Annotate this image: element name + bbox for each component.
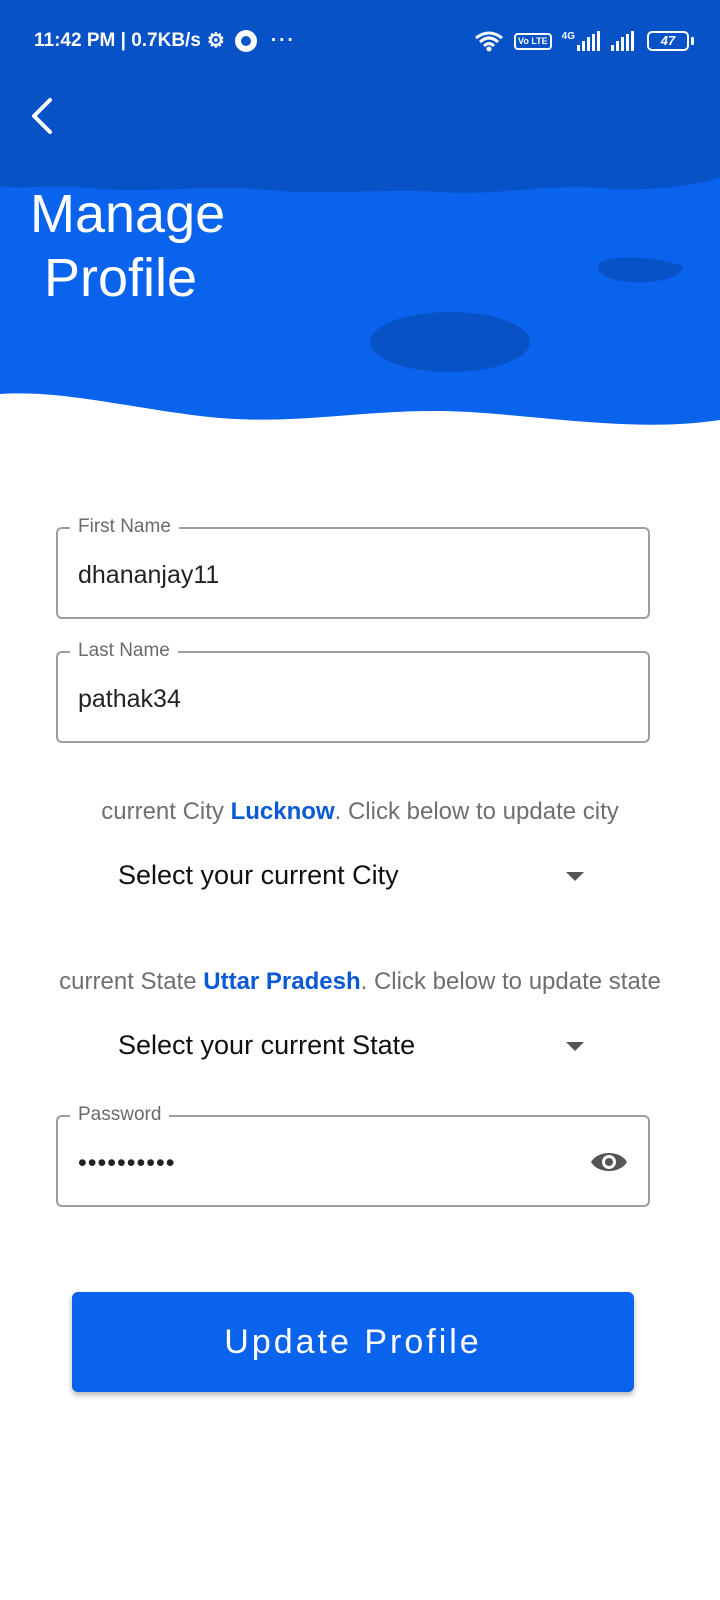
whatsapp-icon — [234, 30, 257, 52]
back-button[interactable] — [22, 94, 66, 138]
status-right: Vo LTE 4G 47 — [474, 30, 694, 52]
eye-icon[interactable] — [590, 1147, 628, 1177]
first-name-field[interactable]: First Name dhananjay11 — [56, 515, 650, 619]
password-field[interactable]: Password •••••••••• — [56, 1103, 650, 1207]
password-label: Password — [70, 1103, 170, 1127]
page-title: Manage Profile — [30, 182, 225, 310]
status-left: 11:42 PM | 0.7KB/s ⚙ ··· — [34, 30, 296, 52]
last-name-value[interactable]: pathak34 — [78, 681, 181, 717]
status-bar: 11:42 PM | 0.7KB/s ⚙ ··· Vo LTE 4G 47 — [0, 0, 720, 70]
signal-icon — [611, 31, 634, 51]
signal-4g-icon: 4G — [562, 31, 601, 51]
last-name-label: Last Name — [70, 639, 178, 663]
current-city-value: Lucknow — [230, 798, 335, 825]
status-time-speed: 11:42 PM | 0.7KB/s — [34, 30, 201, 51]
battery-icon: 47 — [647, 31, 694, 51]
page-title-line1: Manage — [30, 184, 226, 244]
gear-icon: ⚙ — [206, 30, 225, 52]
city-info-suffix: . Click below to update city — [334, 798, 619, 825]
more-notifications-icon: ··· — [270, 30, 296, 51]
caret-down-icon — [566, 872, 584, 881]
city-info-prefix: current City — [101, 798, 224, 825]
state-info-prefix: current State — [59, 968, 197, 995]
current-state-value: Uttar Pradesh — [203, 968, 361, 995]
chevron-left-icon — [32, 98, 52, 134]
volte-icon: Vo LTE — [513, 32, 552, 50]
page-title-line2: Profile — [44, 248, 198, 308]
last-name-field[interactable]: Last Name pathak34 — [56, 639, 650, 743]
city-select-placeholder: Select your current City — [118, 860, 399, 890]
city-select[interactable]: Select your current City — [118, 850, 584, 902]
password-value[interactable]: •••••••••• — [78, 1145, 176, 1181]
first-name-label: First Name — [70, 515, 179, 539]
current-city-info: current City Lucknow. Click below to upd… — [0, 798, 720, 826]
state-select-placeholder: Select your current State — [118, 1030, 416, 1060]
wifi-icon — [475, 31, 503, 52]
state-info-suffix: . Click below to update state — [360, 968, 661, 995]
current-state-info: current State Uttar Pradesh. Click below… — [0, 968, 720, 996]
first-name-value[interactable]: dhananjay11 — [78, 557, 219, 593]
network-type: 4G — [561, 31, 575, 42]
state-select[interactable]: Select your current State — [118, 1020, 584, 1072]
caret-down-icon — [566, 1042, 584, 1051]
update-profile-button[interactable]: Update Profile — [72, 1292, 634, 1392]
battery-level: 47 — [647, 31, 689, 51]
